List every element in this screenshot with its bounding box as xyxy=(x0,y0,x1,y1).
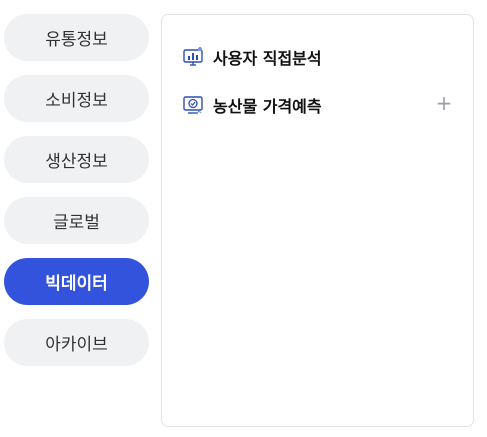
page-root: 유통정보 소비정보 생산정보 글로벌 빅데이터 아카이브 사용자 직접분석 농산… xyxy=(0,0,487,437)
category-distribution[interactable]: 유통정보 xyxy=(4,14,149,61)
submenu-panel: 사용자 직접분석 농산물 가격예측 + xyxy=(161,14,474,427)
category-bigdata[interactable]: 빅데이터 xyxy=(4,258,149,305)
category-global[interactable]: 글로벌 xyxy=(4,197,149,244)
monitor-analysis-icon xyxy=(182,46,204,68)
category-production[interactable]: 생산정보 xyxy=(4,136,149,183)
menu-item-user-analysis[interactable]: 사용자 직접분석 xyxy=(182,43,453,71)
menu-item-label: 농산물 가격예측 xyxy=(213,97,322,116)
category-archive[interactable]: 아카이브 xyxy=(4,319,149,366)
menu-item-price-forecast[interactable]: 농산물 가격예측 + xyxy=(182,91,453,119)
expand-plus-icon[interactable]: + xyxy=(435,93,453,113)
category-list: 유통정보 소비정보 생산정보 글로벌 빅데이터 아카이브 xyxy=(4,14,149,380)
menu-item-label: 사용자 직접분석 xyxy=(213,49,322,68)
category-consumption[interactable]: 소비정보 xyxy=(4,75,149,122)
price-forecast-icon xyxy=(182,94,204,116)
